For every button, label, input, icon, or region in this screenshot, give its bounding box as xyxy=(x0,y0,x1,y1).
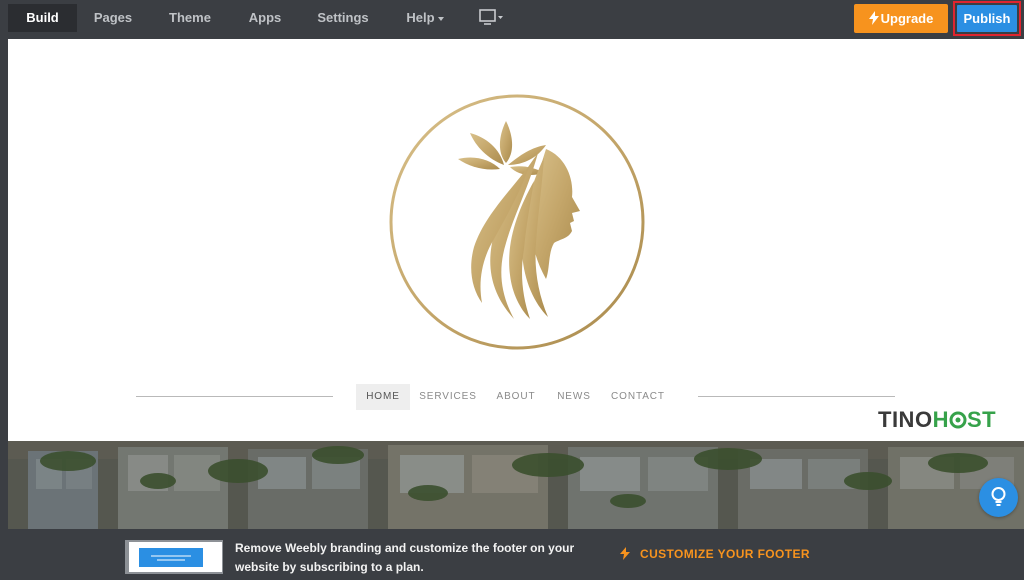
editor-toolbar: Build Pages Theme Apps Settings Help Upg… xyxy=(0,0,1024,38)
footer-illustration-bar xyxy=(139,548,203,567)
globe-o-icon xyxy=(949,411,967,429)
watermark-part3: ST xyxy=(966,407,997,432)
watermark-part1: TINO xyxy=(878,407,933,432)
nav-divider-left xyxy=(136,396,333,397)
footer-promo-bar: Remove Weebly branding and customize the… xyxy=(0,529,1024,580)
upgrade-label: Upgrade xyxy=(880,11,934,26)
chevron-down-icon xyxy=(437,16,444,21)
site-nav-about[interactable]: ABOUT xyxy=(492,384,540,410)
lightbulb-icon xyxy=(991,487,1006,506)
customize-footer-label: CUSTOMIZE YOUR FOOTER xyxy=(640,547,810,561)
site-nav-news[interactable]: NEWS xyxy=(553,384,595,410)
tab-pages[interactable]: Pages xyxy=(80,4,146,32)
publish-highlight: Publish xyxy=(953,1,1021,36)
device-preview-button[interactable] xyxy=(474,6,508,30)
lightning-icon xyxy=(620,547,630,560)
lightning-icon xyxy=(868,11,879,25)
monitor-icon xyxy=(479,9,503,25)
tab-build[interactable]: Build xyxy=(8,4,77,32)
site-canvas: HOME SERVICES ABOUT NEWS CONTACT TINOH ST xyxy=(8,39,1024,441)
tab-apps[interactable]: Apps xyxy=(236,4,294,32)
site-nav-contact[interactable]: CONTACT xyxy=(609,384,667,410)
publish-button[interactable]: Publish xyxy=(957,5,1017,32)
nav-divider-right xyxy=(698,396,895,397)
site-nav-home[interactable]: HOME xyxy=(356,384,410,410)
tab-settings[interactable]: Settings xyxy=(306,4,380,32)
footer-message: Remove Weebly branding and customize the… xyxy=(235,541,575,574)
site-logo[interactable] xyxy=(388,93,646,351)
upgrade-button[interactable]: Upgrade xyxy=(854,4,948,33)
tab-theme[interactable]: Theme xyxy=(157,4,223,32)
customize-footer-link[interactable]: CUSTOMIZE YOUR FOOTER xyxy=(620,547,810,561)
banner-photo xyxy=(8,441,1024,529)
site-nav-services[interactable]: SERVICES xyxy=(415,384,481,410)
watermark-part2: H xyxy=(932,407,949,432)
help-tips-button[interactable] xyxy=(979,478,1018,517)
tinohost-watermark: TINOH ST xyxy=(878,407,996,433)
footer-illustration-card xyxy=(129,542,222,572)
tab-help-label: Help xyxy=(406,10,435,25)
banner-image[interactable] xyxy=(8,441,1024,529)
tab-help[interactable]: Help xyxy=(397,4,453,32)
footer-illustration xyxy=(125,540,223,574)
